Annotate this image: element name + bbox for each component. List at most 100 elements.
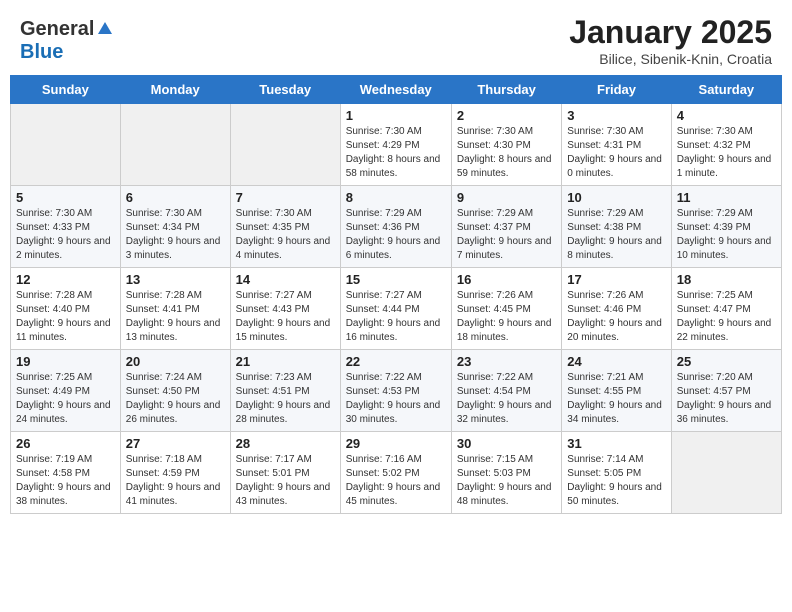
day-info: Sunrise: 7:29 AM Sunset: 4:37 PM Dayligh…: [457, 207, 556, 263]
day-info: Sunrise: 7:22 AM Sunset: 4:54 PM Dayligh…: [457, 371, 556, 427]
day-info: Sunrise: 7:29 AM Sunset: 4:36 PM Dayligh…: [346, 207, 446, 263]
day-number: 13: [126, 272, 225, 287]
day-number: 5: [16, 190, 115, 205]
day-info: Sunrise: 7:27 AM Sunset: 4:44 PM Dayligh…: [346, 289, 446, 345]
day-number: 6: [126, 190, 225, 205]
calendar-cell: 20 Sunrise: 7:24 AM Sunset: 4:50 PM Dayli…: [120, 350, 230, 432]
day-info: Sunrise: 7:30 AM Sunset: 4:34 PM Dayligh…: [126, 207, 225, 263]
day-info: Sunrise: 7:28 AM Sunset: 4:40 PM Dayligh…: [16, 289, 115, 345]
day-info: Sunrise: 7:30 AM Sunset: 4:33 PM Dayligh…: [16, 207, 115, 263]
calendar-cell: 27 Sunrise: 7:18 AM Sunset: 4:59 PM Dayli…: [120, 432, 230, 514]
calendar-week-row: 26Sunrise: 7:19 AM Sunset: 4:58 PM Dayli…: [11, 432, 782, 514]
calendar-cell: [120, 104, 230, 186]
day-info: Sunrise: 7:26 AM Sunset: 4:45 PM Dayligh…: [457, 289, 556, 345]
day-number: 30: [457, 436, 556, 451]
weekday-header: Saturday: [671, 76, 781, 104]
day-number: 22: [346, 354, 446, 369]
day-info: Sunrise: 7:22 AM Sunset: 4:53 PM Dayligh…: [346, 371, 446, 427]
calendar-cell: 13Sunrise: 7:28 AM Sunset: 4:41 PM Dayli…: [120, 268, 230, 350]
day-number: 10: [567, 190, 665, 205]
day-number: 31: [567, 436, 665, 451]
calendar-cell: 30 Sunrise: 7:15 AM Sunset: 5:03 PM Dayli…: [451, 432, 561, 514]
day-info: Sunrise: 7:15 AM Sunset: 5:03 PM Dayligh…: [457, 453, 556, 509]
calendar-cell: 28Sunrise: 7:17 AM Sunset: 5:01 PM Dayli…: [230, 432, 340, 514]
day-info: Sunrise: 7:25 AM Sunset: 4:47 PM Dayligh…: [677, 289, 776, 345]
weekday-header: Sunday: [11, 76, 121, 104]
page-header: General Blue January 2025 Bilice, Sibeni…: [0, 0, 792, 75]
day-number: 23: [457, 354, 556, 369]
day-info: Sunrise: 7:17 AM Sunset: 5:01 PM Dayligh…: [236, 453, 335, 509]
day-number: 18: [677, 272, 776, 287]
calendar-table: SundayMondayTuesdayWednesdayThursdayFrid…: [10, 75, 782, 514]
calendar-cell: 31 Sunrise: 7:14 AM Sunset: 5:05 PM Dayli…: [562, 432, 671, 514]
day-number: 19: [16, 354, 115, 369]
calendar-cell: 22 Sunrise: 7:22 AM Sunset: 4:53 PM Dayli…: [340, 350, 451, 432]
day-info: Sunrise: 7:30 AM Sunset: 4:35 PM Dayligh…: [236, 207, 335, 263]
title-block: January 2025 Bilice, Sibenik-Knin, Croat…: [569, 14, 772, 67]
calendar-cell: [11, 104, 121, 186]
logo-blue-text: Blue: [20, 41, 63, 64]
calendar-cell: 29Sunrise: 7:16 AM Sunset: 5:02 PM Dayli…: [340, 432, 451, 514]
logo-general-text: General: [20, 18, 94, 41]
day-info: Sunrise: 7:21 AM Sunset: 4:55 PM Dayligh…: [567, 371, 665, 427]
day-number: 8: [346, 190, 446, 205]
weekday-header: Wednesday: [340, 76, 451, 104]
calendar-cell: 4Sunrise: 7:30 AM Sunset: 4:32 PM Daylig…: [671, 104, 781, 186]
day-info: Sunrise: 7:14 AM Sunset: 5:05 PM Dayligh…: [567, 453, 665, 509]
day-info: Sunrise: 7:26 AM Sunset: 4:46 PM Dayligh…: [567, 289, 665, 345]
calendar-cell: 7Sunrise: 7:30 AM Sunset: 4:35 PM Daylig…: [230, 186, 340, 268]
day-number: 12: [16, 272, 115, 287]
day-info: Sunrise: 7:23 AM Sunset: 4:51 PM Dayligh…: [236, 371, 335, 427]
calendar-cell: 14 Sunrise: 7:27 AM Sunset: 4:43 PM Dayli…: [230, 268, 340, 350]
calendar-title: January 2025: [569, 14, 772, 51]
day-number: 16: [457, 272, 556, 287]
calendar-week-row: 1 Sunrise: 7:30 AM Sunset: 4:29 PM Daylig…: [11, 104, 782, 186]
calendar-cell: 19 Sunrise: 7:25 AM Sunset: 4:49 PM Dayli…: [11, 350, 121, 432]
day-info: Sunrise: 7:25 AM Sunset: 4:49 PM Dayligh…: [16, 371, 115, 427]
day-info: Sunrise: 7:30 AM Sunset: 4:29 PM Dayligh…: [346, 125, 446, 181]
day-number: 1: [346, 108, 446, 123]
calendar-week-row: 12 Sunrise: 7:28 AM Sunset: 4:40 PM Dayli…: [11, 268, 782, 350]
calendar-cell: 16 Sunrise: 7:26 AM Sunset: 4:45 PM Dayli…: [451, 268, 561, 350]
calendar-cell: 24Sunrise: 7:21 AM Sunset: 4:55 PM Dayli…: [562, 350, 671, 432]
calendar-cell: 8 Sunrise: 7:29 AM Sunset: 4:36 PM Daylig…: [340, 186, 451, 268]
day-number: 9: [457, 190, 556, 205]
day-number: 11: [677, 190, 776, 205]
calendar-cell: 15 Sunrise: 7:27 AM Sunset: 4:44 PM Dayli…: [340, 268, 451, 350]
day-number: 21: [236, 354, 335, 369]
calendar-cell: 25 Sunrise: 7:20 AM Sunset: 4:57 PM Dayli…: [671, 350, 781, 432]
calendar-cell: 5 Sunrise: 7:30 AM Sunset: 4:33 PM Daylig…: [11, 186, 121, 268]
day-info: Sunrise: 7:24 AM Sunset: 4:50 PM Dayligh…: [126, 371, 225, 427]
calendar-cell: 18 Sunrise: 7:25 AM Sunset: 4:47 PM Dayli…: [671, 268, 781, 350]
day-info: Sunrise: 7:27 AM Sunset: 4:43 PM Dayligh…: [236, 289, 335, 345]
calendar-cell: 12 Sunrise: 7:28 AM Sunset: 4:40 PM Dayli…: [11, 268, 121, 350]
day-info: Sunrise: 7:29 AM Sunset: 4:39 PM Dayligh…: [677, 207, 776, 263]
day-info: Sunrise: 7:30 AM Sunset: 4:32 PM Dayligh…: [677, 125, 776, 181]
calendar-cell: 1 Sunrise: 7:30 AM Sunset: 4:29 PM Daylig…: [340, 104, 451, 186]
day-number: 15: [346, 272, 446, 287]
day-number: 2: [457, 108, 556, 123]
day-info: Sunrise: 7:16 AM Sunset: 5:02 PM Dayligh…: [346, 453, 446, 509]
day-info: Sunrise: 7:30 AM Sunset: 4:30 PM Dayligh…: [457, 125, 556, 181]
day-info: Sunrise: 7:29 AM Sunset: 4:38 PM Dayligh…: [567, 207, 665, 263]
weekday-header: Thursday: [451, 76, 561, 104]
calendar-subtitle: Bilice, Sibenik-Knin, Croatia: [569, 51, 772, 67]
calendar-cell: 2 Sunrise: 7:30 AM Sunset: 4:30 PM Daylig…: [451, 104, 561, 186]
day-number: 3: [567, 108, 665, 123]
calendar-cell: 3 Sunrise: 7:30 AM Sunset: 4:31 PM Daylig…: [562, 104, 671, 186]
calendar-cell: 26Sunrise: 7:19 AM Sunset: 4:58 PM Dayli…: [11, 432, 121, 514]
calendar-cell: 6 Sunrise: 7:30 AM Sunset: 4:34 PM Daylig…: [120, 186, 230, 268]
weekday-header: Monday: [120, 76, 230, 104]
weekday-header-row: SundayMondayTuesdayWednesdayThursdayFrid…: [11, 76, 782, 104]
logo: General Blue: [20, 18, 114, 64]
day-info: Sunrise: 7:30 AM Sunset: 4:31 PM Dayligh…: [567, 125, 665, 181]
calendar-cell: 11 Sunrise: 7:29 AM Sunset: 4:39 PM Dayli…: [671, 186, 781, 268]
day-number: 20: [126, 354, 225, 369]
day-info: Sunrise: 7:20 AM Sunset: 4:57 PM Dayligh…: [677, 371, 776, 427]
calendar-week-row: 19 Sunrise: 7:25 AM Sunset: 4:49 PM Dayli…: [11, 350, 782, 432]
day-number: 14: [236, 272, 335, 287]
day-number: 25: [677, 354, 776, 369]
calendar-cell: 17Sunrise: 7:26 AM Sunset: 4:46 PM Dayli…: [562, 268, 671, 350]
day-number: 27: [126, 436, 225, 451]
day-info: Sunrise: 7:18 AM Sunset: 4:59 PM Dayligh…: [126, 453, 225, 509]
